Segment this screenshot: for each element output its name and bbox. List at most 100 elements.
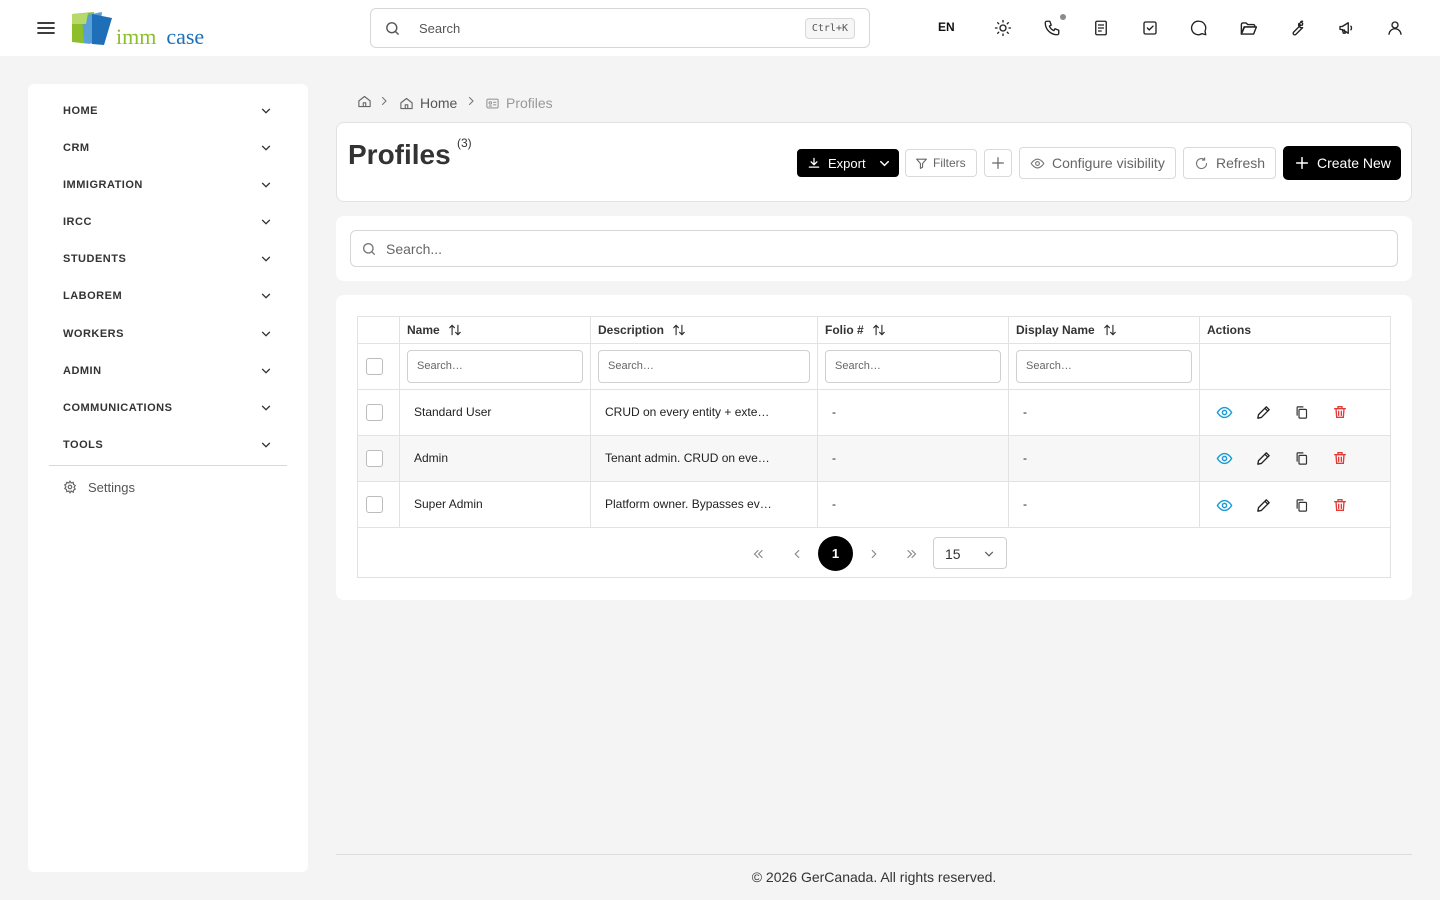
delete-icon[interactable]	[1330, 495, 1350, 515]
delete-icon[interactable]	[1330, 402, 1350, 422]
notes-icon[interactable]	[1089, 16, 1113, 40]
chevron-right-icon	[378, 94, 390, 108]
row-divider	[358, 343, 1390, 344]
view-icon[interactable]	[1214, 495, 1234, 515]
column-header-name[interactable]: Name	[407, 323, 462, 337]
sidebar-item-home[interactable]: HOME	[49, 96, 287, 126]
megaphone-icon[interactable]	[1334, 16, 1358, 40]
filters-label: Filters	[933, 156, 966, 170]
app-logo[interactable]: imm case	[70, 10, 215, 49]
sidebar-item-crm[interactable]: CRM	[49, 133, 287, 163]
user-icon[interactable]	[1383, 16, 1407, 40]
view-icon[interactable]	[1214, 448, 1234, 468]
first-page-icon[interactable]	[747, 543, 769, 565]
edit-icon[interactable]	[1253, 402, 1273, 422]
chevron-down-icon	[259, 215, 273, 229]
sidebar-item-admin[interactable]: ADMIN	[49, 356, 287, 386]
edit-icon[interactable]	[1253, 448, 1273, 468]
notification-dot	[1060, 14, 1066, 20]
sidebar-item-laborem[interactable]: LABOREM	[49, 281, 287, 311]
display-name-filter-input[interactable]: Search…	[1016, 350, 1192, 383]
sun-icon[interactable]	[991, 16, 1015, 40]
refresh-button[interactable]: Refresh	[1183, 147, 1276, 179]
select-all-checkbox[interactable]	[366, 358, 383, 375]
sort-icon[interactable]	[872, 323, 886, 337]
sidebar-item-label: STUDENTS	[63, 253, 127, 265]
page-number-current[interactable]: 1	[818, 536, 853, 571]
column-divider	[590, 317, 591, 528]
column-header-display-name[interactable]: Display Name	[1016, 323, 1117, 337]
phone-icon[interactable]	[1040, 16, 1064, 40]
sidebar-item-label: LABOREM	[63, 290, 123, 302]
breadcrumb-root[interactable]	[357, 94, 372, 109]
column-header-folio[interactable]: Folio #	[825, 323, 886, 337]
view-icon[interactable]	[1214, 402, 1234, 422]
sidebar-item-ircc[interactable]: IRCC	[49, 207, 287, 237]
cell-display-name: -	[1023, 451, 1027, 465]
chevron-down-icon	[259, 438, 273, 452]
chat-icon[interactable]	[1187, 16, 1211, 40]
menu-icon[interactable]	[34, 16, 58, 40]
record-count: (3)	[457, 136, 472, 150]
name-filter-input[interactable]: Search…	[407, 350, 583, 383]
copy-icon[interactable]	[1291, 402, 1311, 422]
global-search-input[interactable]: Search Ctrl+K	[370, 8, 870, 48]
profiles-table: Name Description Folio # Display Name Ac…	[357, 316, 1391, 578]
task-check-icon[interactable]	[1138, 16, 1162, 40]
home-icon	[357, 94, 372, 109]
folio-filter-input[interactable]: Search…	[825, 350, 1001, 383]
search-icon	[384, 20, 401, 37]
sidebar-item-label: COMMUNICATIONS	[63, 402, 173, 414]
prev-page-icon[interactable]	[786, 543, 808, 565]
row-checkbox[interactable]	[366, 404, 383, 421]
cell-description: Platform owner. Bypasses ev…	[605, 497, 772, 511]
copy-icon[interactable]	[1291, 495, 1311, 515]
sort-icon[interactable]	[448, 323, 462, 337]
row-checkbox[interactable]	[366, 496, 383, 513]
wrench-icon[interactable]	[1285, 16, 1309, 40]
search-placeholder: Search...	[386, 241, 443, 257]
sort-icon[interactable]	[1103, 323, 1117, 337]
folder-icon[interactable]	[1236, 16, 1260, 40]
language-switcher[interactable]: EN	[938, 20, 955, 34]
cell-display-name: -	[1023, 405, 1027, 419]
cell-display-name: -	[1023, 497, 1027, 511]
create-new-button[interactable]: Create New	[1283, 146, 1401, 180]
add-filter-button[interactable]	[984, 149, 1012, 177]
export-button[interactable]: Export	[797, 149, 899, 177]
page-header: Profiles (3) Export Filters Configure vi…	[336, 122, 1412, 202]
configure-visibility-button[interactable]: Configure visibility	[1019, 147, 1176, 179]
cell-name: Admin	[414, 451, 449, 465]
row-divider	[358, 435, 1390, 436]
sidebar-item-students[interactable]: STUDENTS	[49, 244, 287, 274]
logo-mark-icon	[72, 12, 112, 45]
table-search-input[interactable]: Search...	[350, 230, 1398, 267]
edit-icon[interactable]	[1253, 495, 1273, 515]
next-page-icon[interactable]	[863, 543, 885, 565]
sidebar-item-tools[interactable]: TOOLS	[49, 430, 287, 460]
sidebar-item-communications[interactable]: COMMUNICATIONS	[49, 393, 287, 423]
description-filter-input[interactable]: Search…	[598, 350, 810, 383]
column-divider	[399, 317, 400, 528]
sidebar-item-workers[interactable]: WORKERS	[49, 319, 287, 349]
delete-icon[interactable]	[1330, 448, 1350, 468]
chevron-right-icon	[465, 94, 477, 108]
cell-folio: -	[832, 451, 836, 465]
cell-description: CRUD on every entity + exte…	[605, 405, 770, 419]
sidebar-item-immigration[interactable]: IMMIGRATION	[49, 170, 287, 200]
last-page-icon[interactable]	[901, 543, 923, 565]
column-header-description[interactable]: Description	[598, 323, 686, 337]
page-size-select[interactable]: 15	[933, 537, 1007, 569]
copy-icon[interactable]	[1291, 448, 1311, 468]
download-icon	[807, 156, 821, 170]
sort-icon[interactable]	[672, 323, 686, 337]
sidebar-item-label: IMMIGRATION	[63, 179, 143, 191]
search-placeholder: Search	[419, 21, 461, 36]
row-checkbox[interactable]	[366, 450, 383, 467]
breadcrumb-home[interactable]: Home	[399, 94, 457, 112]
sidebar-item-label: CRM	[63, 142, 90, 154]
sidebar-item-settings[interactable]: Settings	[49, 477, 287, 499]
export-dropdown-toggle[interactable]	[870, 150, 898, 176]
breadcrumb-current: Profiles	[485, 94, 553, 112]
filters-button[interactable]: Filters	[905, 149, 977, 177]
